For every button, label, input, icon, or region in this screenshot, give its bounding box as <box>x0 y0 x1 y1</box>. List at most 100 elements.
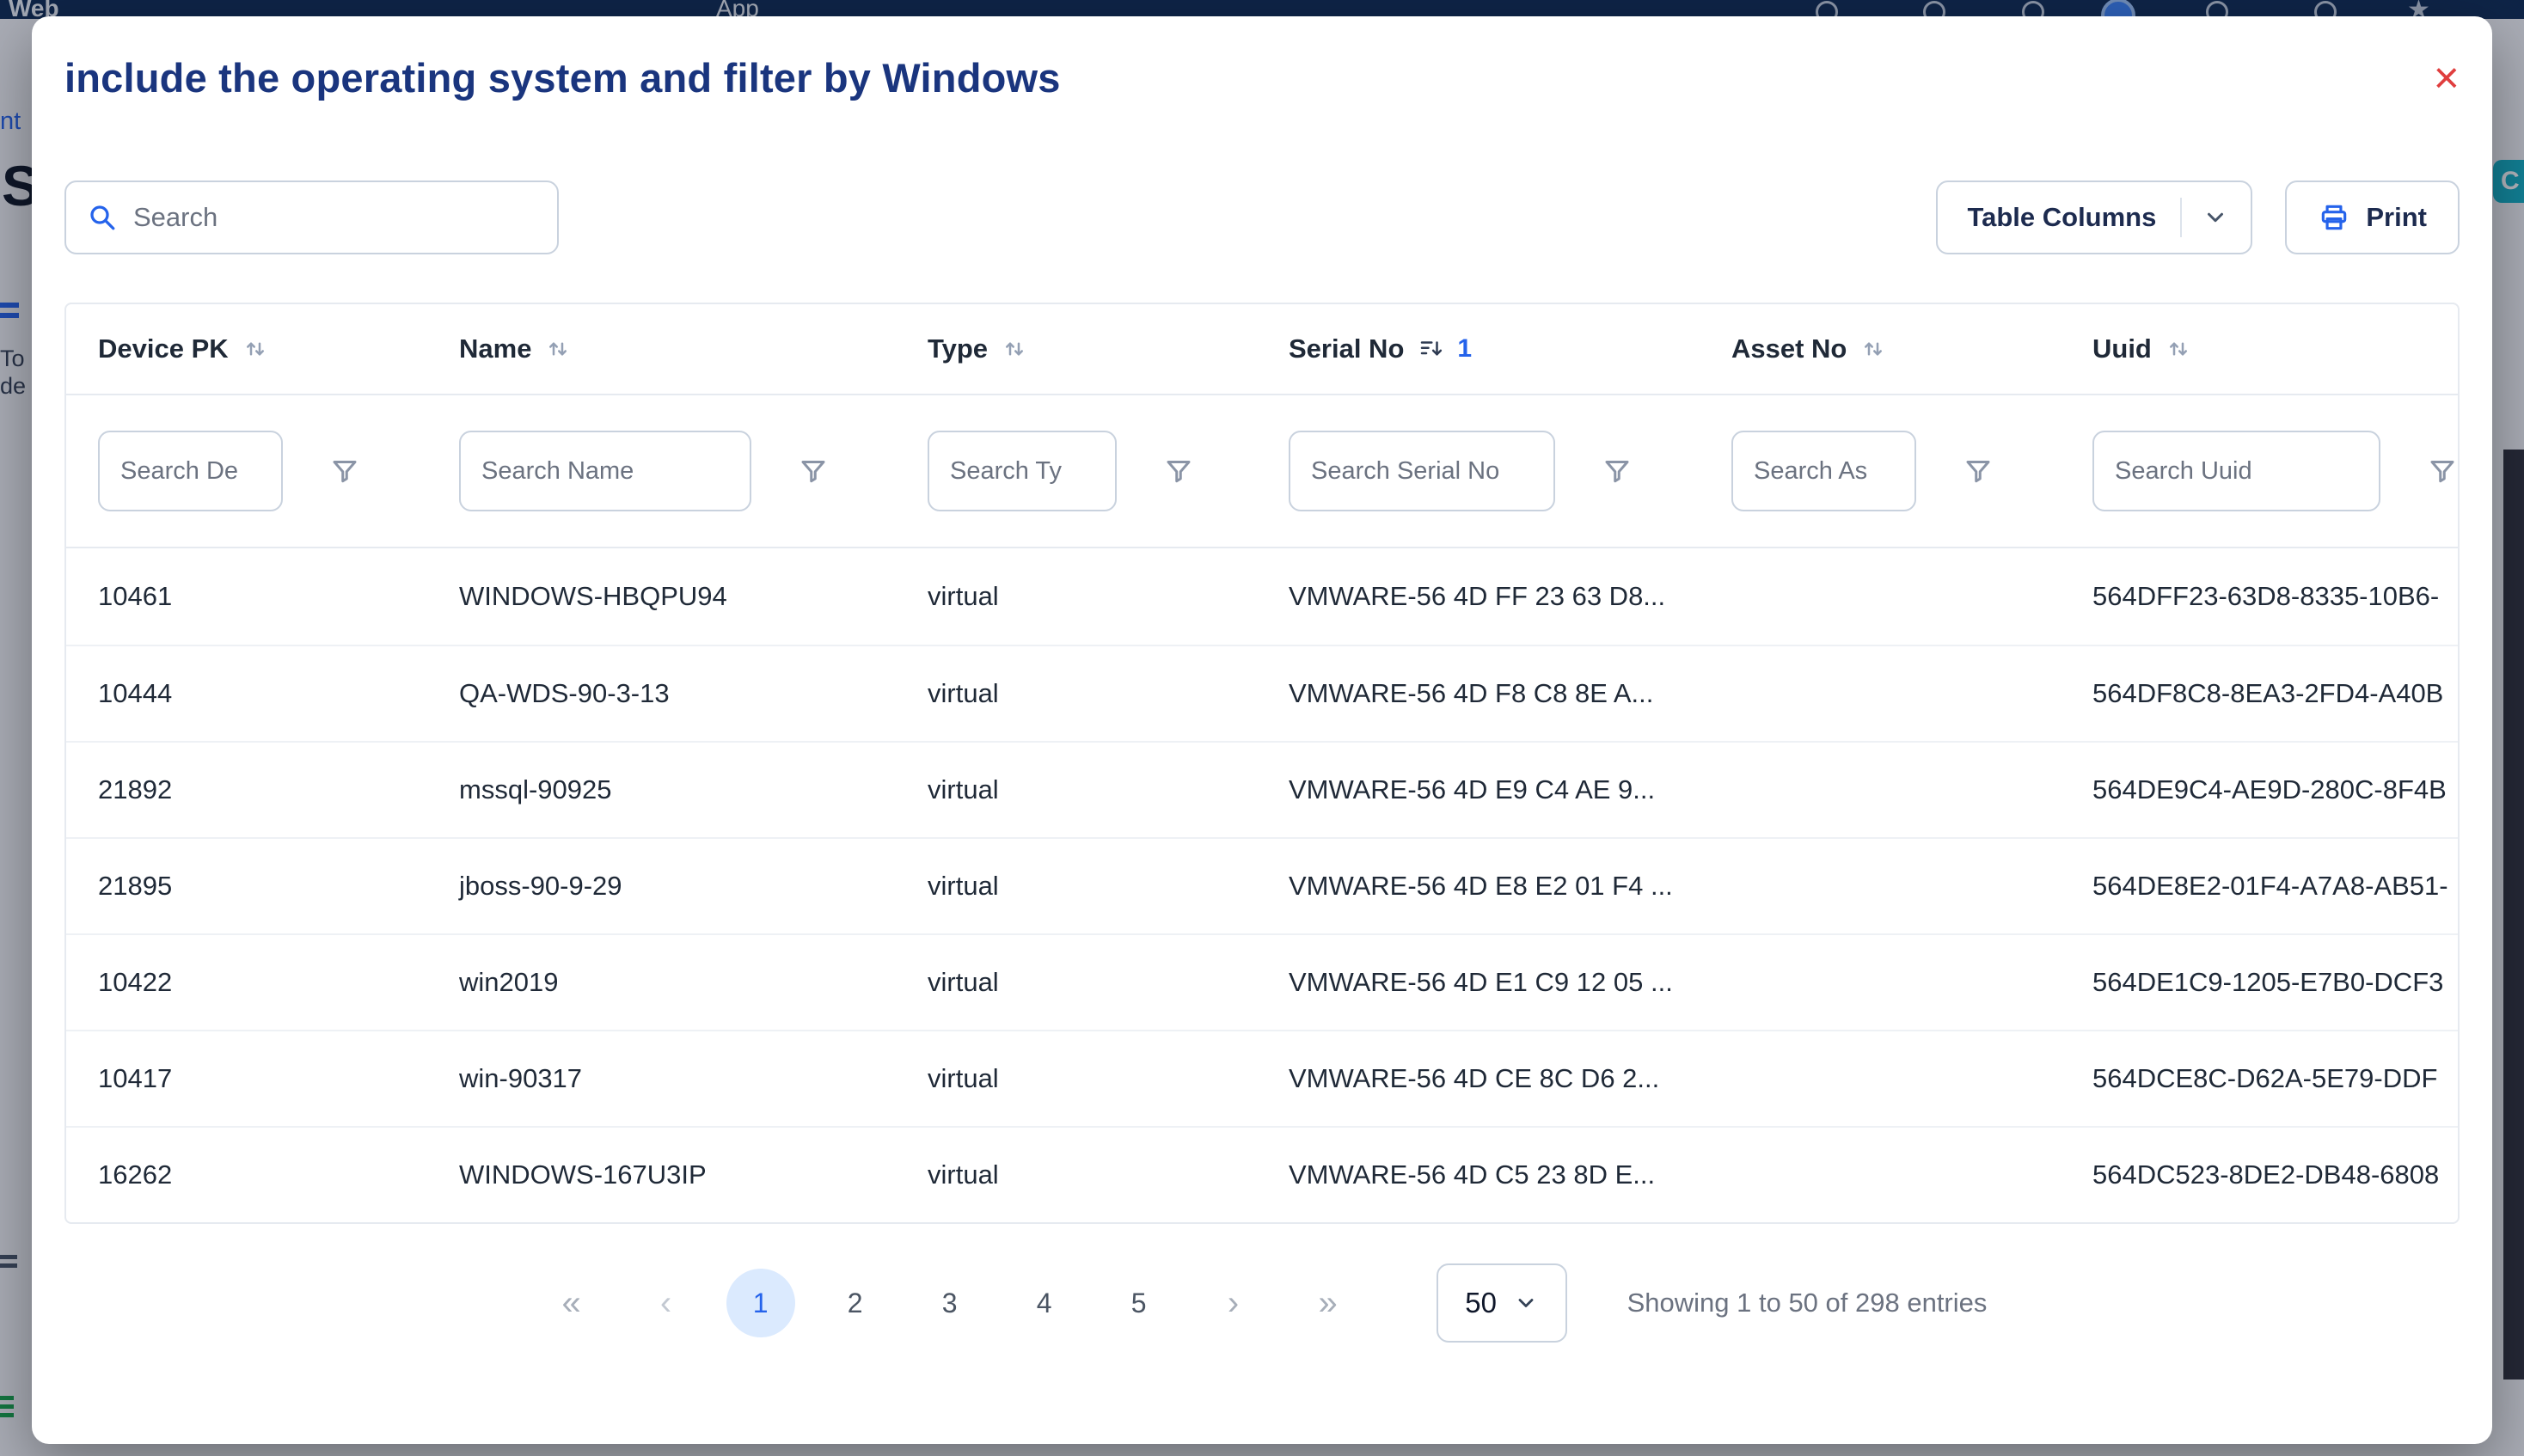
cell-name: win-90317 <box>427 1031 896 1126</box>
chevron-down-icon <box>1514 1291 1538 1315</box>
cell-name: jboss-90-9-29 <box>427 839 896 933</box>
column-header-device-pk[interactable]: Device PK <box>66 304 427 394</box>
column-label: Serial No <box>1289 333 1404 364</box>
cell-name: WINDOWS-HBQPU94 <box>427 548 896 645</box>
cell-serial-no: VMWARE-56 4D F8 C8 8E A... <box>1257 646 1700 741</box>
sort-icon <box>242 336 268 362</box>
table-filter-row <box>66 394 2458 548</box>
cell-type: virtual <box>896 1031 1257 1126</box>
filter-input-uuid[interactable] <box>2092 431 2380 511</box>
table-row[interactable]: 21892 mssql-90925 virtual VMWARE-56 4D E… <box>66 741 2458 837</box>
filter-input-device-pk[interactable] <box>98 431 283 511</box>
page-size-value: 50 <box>1465 1287 1497 1319</box>
table-header-row: Device PK Name Type Serial No 1 Asset No <box>66 304 2458 394</box>
button-divider <box>2180 198 2182 237</box>
sort-desc-icon <box>1418 336 1443 362</box>
column-label: Asset No <box>1731 333 1847 364</box>
cell-name: win2019 <box>427 935 896 1030</box>
page-button-3[interactable]: 3 <box>916 1269 984 1337</box>
cell-device-pk: 10417 <box>66 1031 427 1126</box>
search-icon <box>87 202 118 233</box>
filter-funnel-icon[interactable] <box>329 456 360 486</box>
filter-funnel-icon[interactable] <box>798 456 829 486</box>
chevron-down-icon <box>2202 205 2228 230</box>
page-button-1[interactable]: 1 <box>726 1269 795 1337</box>
cell-serial-no: VMWARE-56 4D E8 E2 01 F4 ... <box>1257 839 1700 933</box>
filter-funnel-icon[interactable] <box>2427 456 2458 486</box>
printer-icon <box>2318 201 2350 234</box>
sort-icon <box>1860 336 1886 362</box>
cell-device-pk: 21892 <box>66 743 427 837</box>
cell-device-pk: 16262 <box>66 1128 427 1222</box>
first-page-button[interactable]: « <box>537 1269 606 1337</box>
cell-serial-no: VMWARE-56 4D C5 23 8D E... <box>1257 1128 1700 1222</box>
search-input[interactable] <box>64 180 559 254</box>
table-row[interactable]: 10422 win2019 virtual VMWARE-56 4D E1 C9… <box>66 933 2458 1030</box>
cell-type: virtual <box>896 646 1257 741</box>
column-header-asset-no[interactable]: Asset No <box>1700 304 2061 394</box>
pagination: « ‹ 1 2 3 4 5 › » 50 Showing 1 to 50 of … <box>64 1263 2460 1343</box>
table-columns-label: Table Columns <box>1967 202 2156 233</box>
column-label: Name <box>459 333 531 364</box>
table-row[interactable]: 21895 jboss-90-9-29 virtual VMWARE-56 4D… <box>66 837 2458 933</box>
cell-asset-no <box>1700 935 2061 1030</box>
next-page-button[interactable]: › <box>1199 1269 1268 1337</box>
filter-funnel-icon[interactable] <box>1963 456 1994 486</box>
cell-uuid: 564DE8E2-01F4-A7A8-AB51- <box>2061 839 2458 933</box>
cell-serial-no: VMWARE-56 4D E9 C4 AE 9... <box>1257 743 1700 837</box>
cell-uuid: 564DC523-8DE2-DB48-6808 <box>2061 1128 2458 1222</box>
cell-device-pk: 10444 <box>66 646 427 741</box>
cell-asset-no <box>1700 548 2061 645</box>
cell-name: mssql-90925 <box>427 743 896 837</box>
cell-asset-no <box>1700 1128 2061 1222</box>
filter-input-name[interactable] <box>459 431 751 511</box>
cell-uuid: 564DE1C9-1205-E7B0-DCF3 <box>2061 935 2458 1030</box>
sort-icon <box>545 336 571 362</box>
cell-name: QA-WDS-90-3-13 <box>427 646 896 741</box>
page-size-select[interactable]: 50 <box>1437 1263 1567 1343</box>
column-label: Device PK <box>98 333 229 364</box>
column-header-type[interactable]: Type <box>896 304 1257 394</box>
column-label: Type <box>928 333 988 364</box>
column-header-uuid[interactable]: Uuid <box>2061 304 2458 394</box>
cell-uuid: 564DF8C8-8EA3-2FD4-A40B <box>2061 646 2458 741</box>
last-page-button[interactable]: » <box>1294 1269 1363 1337</box>
cell-type: virtual <box>896 839 1257 933</box>
filter-input-type[interactable] <box>928 431 1117 511</box>
filter-input-asset-no[interactable] <box>1731 431 1916 511</box>
previous-page-button[interactable]: ‹ <box>632 1269 701 1337</box>
cell-serial-no: VMWARE-56 4D FF 23 63 D8... <box>1257 548 1700 645</box>
cell-asset-no <box>1700 646 2061 741</box>
column-header-name[interactable]: Name <box>427 304 896 394</box>
column-header-serial-no[interactable]: Serial No 1 <box>1257 304 1700 394</box>
cell-uuid: 564DE9C4-AE9D-280C-8F4B <box>2061 743 2458 837</box>
table-row[interactable]: 10444 QA-WDS-90-3-13 virtual VMWARE-56 4… <box>66 645 2458 741</box>
cell-device-pk: 10461 <box>66 548 427 645</box>
print-button[interactable]: Print <box>2285 180 2460 254</box>
table-row[interactable]: 10461 WINDOWS-HBQPU94 virtual VMWARE-56 … <box>66 548 2458 645</box>
cell-type: virtual <box>896 548 1257 645</box>
table-columns-button[interactable]: Table Columns <box>1936 180 2252 254</box>
close-button[interactable]: × <box>2434 56 2460 101</box>
table-row[interactable]: 16262 WINDOWS-167U3IP virtual VMWARE-56 … <box>66 1126 2458 1222</box>
column-label: Uuid <box>2092 333 2152 364</box>
filter-input-serial-no[interactable] <box>1289 431 1555 511</box>
cell-serial-no: VMWARE-56 4D CE 8C D6 2... <box>1257 1031 1700 1126</box>
cell-type: virtual <box>896 743 1257 837</box>
page-button-5[interactable]: 5 <box>1105 1269 1173 1337</box>
page-button-2[interactable]: 2 <box>821 1269 890 1337</box>
cell-uuid: 564DCE8C-D62A-5E79-DDF <box>2061 1031 2458 1126</box>
filter-funnel-icon[interactable] <box>1163 456 1194 486</box>
modal-header: include the operating system and filter … <box>64 16 2460 101</box>
pagination-summary: Showing 1 to 50 of 298 entries <box>1627 1288 1988 1318</box>
cell-uuid: 564DFF23-63D8-8335-10B6- <box>2061 548 2458 645</box>
device-table-modal: include the operating system and filter … <box>32 16 2492 1444</box>
cell-serial-no: VMWARE-56 4D E1 C9 12 05 ... <box>1257 935 1700 1030</box>
cell-asset-no <box>1700 839 2061 933</box>
filter-funnel-icon[interactable] <box>1602 456 1633 486</box>
page-button-4[interactable]: 4 <box>1010 1269 1079 1337</box>
global-search <box>64 180 559 254</box>
table-row[interactable]: 10417 win-90317 virtual VMWARE-56 4D CE … <box>66 1030 2458 1126</box>
toolbar: Table Columns Print <box>64 180 2460 254</box>
cell-device-pk: 10422 <box>66 935 427 1030</box>
